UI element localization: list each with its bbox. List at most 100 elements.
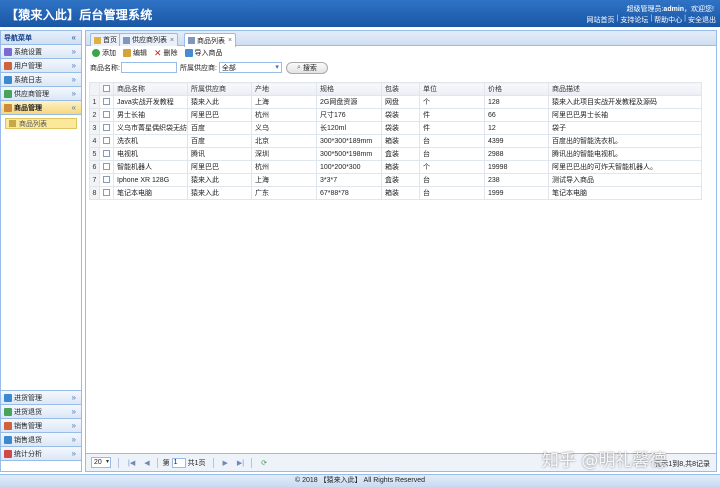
tab-goods-list[interactable]: 商品列表 × [184, 33, 237, 47]
link-logout[interactable]: 安全退出 [688, 15, 716, 25]
search-button[interactable]: ⌕ 搜索 [285, 61, 328, 74]
row-checkbox[interactable] [99, 160, 114, 174]
last-page-icon[interactable]: ▶| [237, 459, 244, 467]
page-number-value: 1 [173, 459, 178, 466]
table-cell: 67*88*78 [316, 186, 382, 200]
sidebar-item-user-management[interactable]: 用户管理 » [1, 59, 81, 73]
table-cell: 男士长袖 [113, 108, 188, 122]
refresh-icon[interactable]: ⟳ [261, 459, 267, 467]
table-cell: Java实战开发教程 [113, 95, 188, 109]
toolbar: 添加 编辑 ✕ 删除 导入商品 [86, 46, 716, 60]
table-cell: 猿来入此 [187, 186, 252, 200]
chevron-down-icon: » [71, 75, 76, 84]
table-cell: 300*500*198mm [316, 147, 382, 161]
table-cell: 件 [419, 121, 485, 135]
table-cell: 66 [484, 108, 549, 122]
select-all-checkbox[interactable] [99, 82, 114, 96]
table-cell: 测试导入商品 [548, 173, 702, 187]
import-button[interactable]: 导入商品 [184, 48, 223, 58]
watermark: 知乎 @明礼馨德 [542, 451, 667, 471]
users-icon [4, 61, 12, 70]
table-cell: 上海 [251, 173, 317, 187]
sidebar-item-purchase-management[interactable]: 进货管理 » [1, 391, 81, 405]
add-button[interactable]: 添加 [92, 48, 116, 58]
link-site-home[interactable]: 网站首页 [587, 15, 615, 25]
page-size-select[interactable]: 20 ▾ [91, 457, 111, 468]
app-header: 【猿来入此】后台管理系统 超级管理员:admin，欢迎您! 网站首页 | 支持论坛… [0, 0, 720, 27]
welcome-user: admin [663, 6, 685, 13]
collapse-sidebar-icon[interactable]: « [72, 33, 76, 42]
footer: © 2018 【猿来入此】 All Rights Reserved [0, 474, 720, 487]
search-button-label: 搜索 [302, 64, 317, 72]
column-header-spec[interactable]: 规格 [316, 82, 382, 96]
column-header-description[interactable]: 商品描述 [548, 82, 702, 96]
sidebar-item-sales-management[interactable]: 销售管理 » [1, 419, 81, 433]
next-page-icon[interactable]: ▶ [223, 459, 228, 467]
table-row[interactable]: 7 Iphone XR 128G 猿来入此 上海 3*3*7 盒装台 238 测试导入商品 [89, 173, 702, 187]
link-help[interactable]: 帮助中心 [654, 15, 682, 25]
row-checkbox[interactable] [99, 173, 114, 187]
table-cell: 阿里巴巴男士长袖 [548, 108, 702, 122]
welcome-suffix: ，欢迎您! [684, 6, 714, 13]
supplier-select[interactable]: 全部 ▾ [218, 62, 282, 73]
tab-supplier-list[interactable]: 供应商列表 × [119, 33, 179, 46]
table-cell: 12 [484, 121, 549, 135]
goods-name-input[interactable] [120, 62, 177, 73]
table-row[interactable]: 8 笔记本电脑 猿来入此 广东 67*88*78 箱装台 1999 笔记本电脑 [89, 186, 702, 200]
sidebar-item-goods-management[interactable]: 商品管理 « [1, 101, 81, 115]
table-cell: 件 [419, 108, 485, 122]
sidebar-item-purchase-return[interactable]: 进货退货 » [1, 405, 81, 419]
supplier-label: 所属供应商: [179, 64, 217, 72]
table-row[interactable]: 6 智能机器人 阿里巴巴 杭州 100*200*300 箱装个 19998 阿里巴巴出的可炸天… [89, 160, 702, 174]
sidebar-item-system-log[interactable]: 系统日志 » [1, 73, 81, 87]
table-row[interactable]: 3 义乌市菁星偶织袋无纺 百度 义乌 长120ml 袋装件 12 袋子 [89, 121, 702, 135]
table-row[interactable]: 2 男士长袖 阿里巴巴 杭州 尺寸176 袋装件 66 阿里巴巴男士长袖 [89, 108, 702, 122]
separator [156, 457, 158, 468]
row-checkbox[interactable] [99, 121, 114, 135]
chevron-down-icon: ▾ [105, 459, 109, 465]
sidebar-submenu: 商品列表 [1, 115, 81, 391]
delete-button[interactable]: ✕ 删除 [154, 48, 178, 59]
delete-icon: ✕ [154, 47, 162, 58]
top-links: 网站首页 | 支持论坛 | 帮助中心 | 安全退出 [586, 15, 716, 25]
sidebar-item-sales-return[interactable]: 销售退货 » [1, 433, 81, 447]
column-header-supplier[interactable]: 所属供应商 [187, 82, 252, 96]
table-cell: 猿来入此项目实战开发教程及源码 [548, 95, 702, 109]
table-cell: 台 [419, 186, 485, 200]
separator [118, 457, 119, 468]
sidebar-subitem-goods-list[interactable]: 商品列表 [5, 118, 77, 129]
column-header-origin[interactable]: 产地 [251, 82, 317, 96]
wrench-icon [4, 47, 12, 56]
row-checkbox[interactable] [99, 134, 114, 148]
table-cell: 腾讯 [187, 147, 252, 161]
sidebar-item-supplier-management[interactable]: 供应商管理 » [1, 87, 81, 101]
link-forum[interactable]: 支持论坛 [620, 15, 648, 25]
table-cell: 128 [484, 95, 549, 109]
sidebar-item-label: 系统设置 [14, 48, 42, 56]
tab-home[interactable]: 首页 [90, 33, 121, 46]
column-header-package[interactable]: 包装 [381, 82, 420, 96]
close-icon[interactable]: × [228, 37, 232, 44]
table-row[interactable]: 4 洗衣机 百度 北京 300*300*189mm 箱装台 4399 百度出的智能洗衣机。 [89, 134, 702, 148]
prev-page-icon[interactable]: ◀ [144, 459, 149, 467]
column-header-unit[interactable]: 单位 [419, 82, 485, 96]
column-header-price[interactable]: 价格 [484, 82, 549, 96]
close-icon[interactable]: × [170, 37, 174, 44]
sidebar-item-statistics[interactable]: 统计分析 » [1, 447, 81, 461]
page-number-input[interactable]: 1 [171, 457, 186, 468]
table-cell: 义乌市菁星偶织袋无纺 [113, 121, 188, 135]
sales-icon [4, 421, 12, 430]
table-row[interactable]: 5 电视机 腾讯 深圳 300*500*198mm 盒装台 2988 腾讯出的智能电视机。 [89, 147, 702, 161]
sidebar-item-system-settings[interactable]: 系统设置 » [1, 45, 81, 59]
edit-button[interactable]: 编辑 [123, 48, 147, 58]
row-checkbox[interactable] [99, 95, 114, 109]
table-cell: 笔记本电脑 [548, 186, 702, 200]
column-header-name[interactable]: 商品名称 [113, 82, 188, 96]
row-checkbox[interactable] [99, 108, 114, 122]
first-page-icon[interactable]: |◀ [128, 459, 135, 467]
row-checkbox[interactable] [99, 147, 114, 161]
table-cell: 笔记本电脑 [113, 186, 188, 200]
separator [251, 457, 253, 468]
row-checkbox[interactable] [99, 186, 114, 200]
table-row[interactable]: 1 Java实战开发教程 猿来入此 上海 2G网盘资源 网盘个 128 猿来入此项目实战开发教… [89, 95, 702, 109]
